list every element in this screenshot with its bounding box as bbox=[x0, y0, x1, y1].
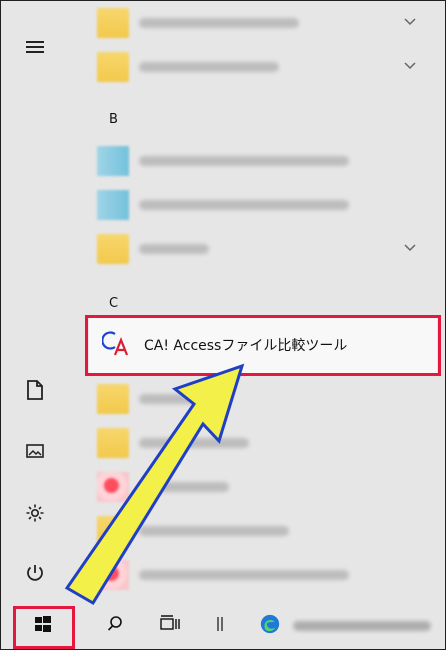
list-item[interactable] bbox=[89, 139, 431, 183]
folder-icon bbox=[97, 52, 129, 82]
power-icon[interactable] bbox=[23, 561, 47, 585]
blurred-label bbox=[139, 244, 209, 254]
document-icon[interactable] bbox=[23, 378, 47, 402]
list-item[interactable] bbox=[89, 421, 431, 465]
list-item[interactable] bbox=[89, 45, 431, 89]
blurred-label bbox=[139, 438, 249, 448]
hamburger-icon[interactable] bbox=[23, 35, 47, 59]
list-item[interactable] bbox=[89, 1, 431, 45]
task-view-icon[interactable] bbox=[159, 613, 181, 635]
chevron-down-icon bbox=[401, 13, 419, 31]
blurred-label bbox=[139, 156, 349, 166]
start-highlight-box bbox=[13, 606, 75, 649]
list-item[interactable] bbox=[89, 553, 431, 597]
gear-icon[interactable] bbox=[23, 501, 47, 525]
search-icon[interactable] bbox=[104, 613, 126, 635]
list-item[interactable] bbox=[89, 183, 431, 227]
blurred-taskbar-label bbox=[293, 621, 431, 631]
section-letter-b: B bbox=[109, 112, 118, 127]
taskbar-divider-icon bbox=[209, 613, 231, 635]
app-icon bbox=[97, 472, 129, 502]
folder-icon bbox=[97, 8, 129, 38]
folder-icon bbox=[97, 384, 129, 414]
app-icon bbox=[97, 190, 129, 220]
start-menu-window: B C CA! Accessファイル比較ツール bbox=[0, 0, 446, 650]
blurred-label bbox=[139, 18, 299, 28]
chevron-down-icon bbox=[401, 239, 419, 257]
app-highlight-box bbox=[85, 315, 441, 376]
blurred-label bbox=[139, 394, 199, 404]
app-icon bbox=[97, 560, 129, 590]
list-item[interactable] bbox=[89, 227, 431, 271]
edge-icon[interactable] bbox=[259, 613, 281, 635]
blurred-label bbox=[139, 200, 349, 210]
folder-icon bbox=[97, 428, 129, 458]
blurred-label bbox=[139, 482, 229, 492]
list-item[interactable] bbox=[89, 509, 431, 553]
folder-icon bbox=[97, 234, 129, 264]
folder-icon bbox=[97, 516, 129, 546]
left-rail bbox=[1, 1, 89, 601]
list-item[interactable] bbox=[89, 377, 431, 421]
picture-icon[interactable] bbox=[23, 439, 47, 463]
list-item[interactable] bbox=[89, 465, 431, 509]
section-letter-c: C bbox=[109, 296, 119, 311]
app-list: B C bbox=[89, 1, 445, 601]
chevron-down-icon bbox=[401, 57, 419, 75]
blurred-label bbox=[139, 62, 279, 72]
blurred-label bbox=[139, 570, 349, 580]
blurred-label bbox=[139, 526, 289, 536]
app-icon bbox=[97, 146, 129, 176]
